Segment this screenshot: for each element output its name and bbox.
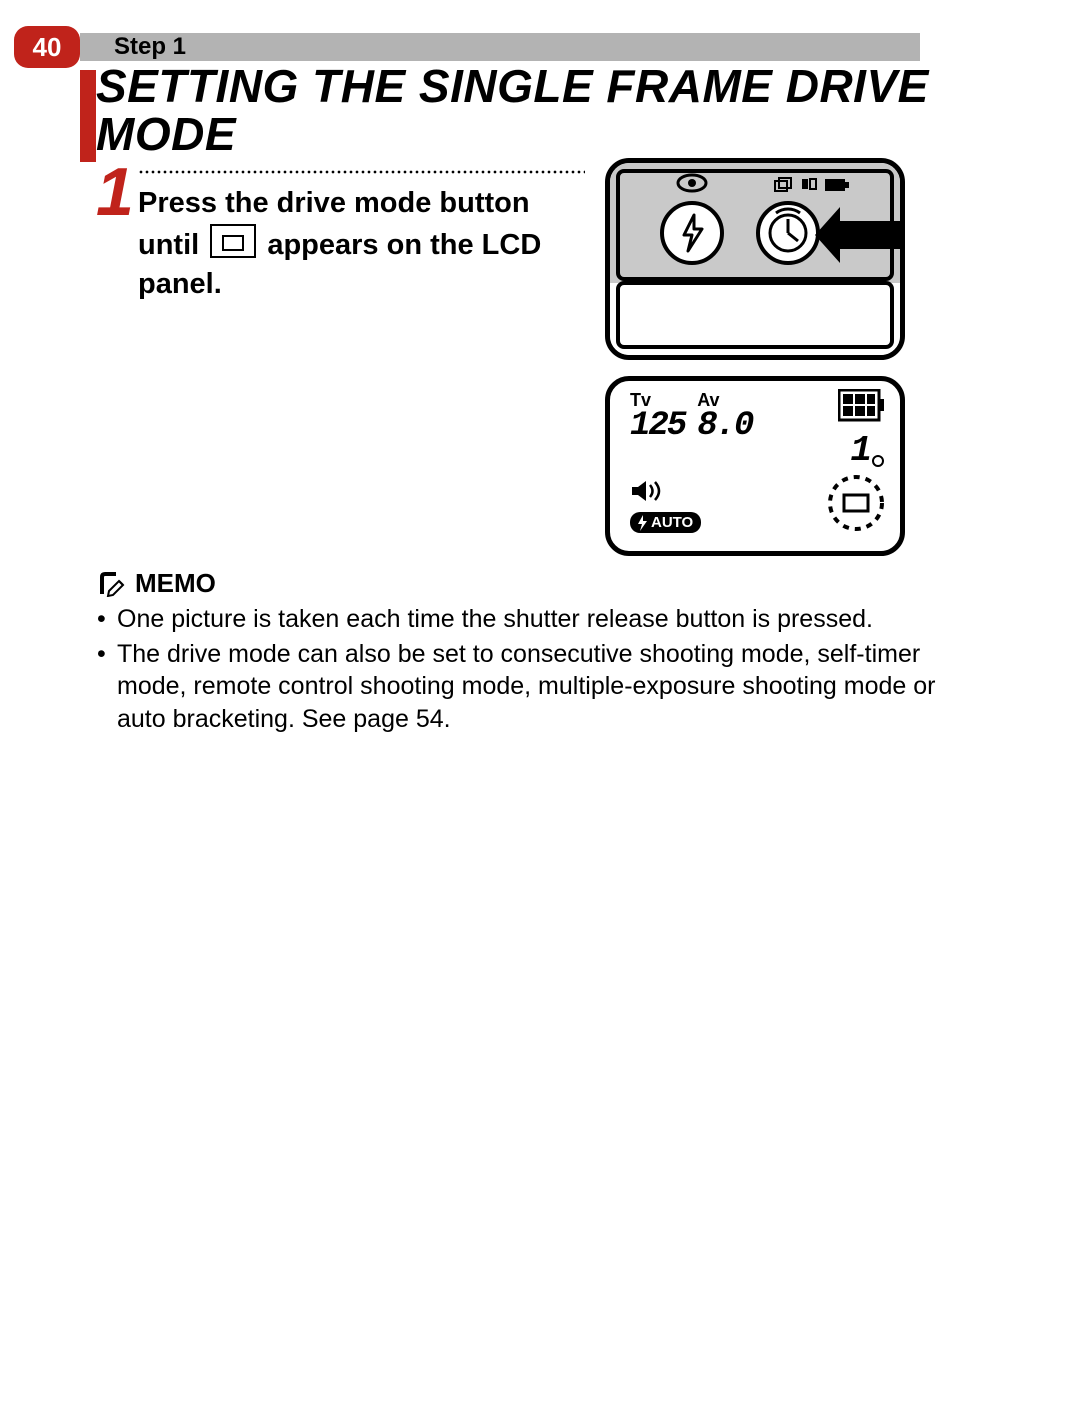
lcd-av-value: 8.0 (697, 409, 752, 443)
manual-page: 40 Step 1 SETTING THE SINGLE FRAME DRIVE… (0, 0, 1080, 1427)
lcd-tv-value: 125 (630, 409, 685, 443)
flash-auto-badge: AUTO (630, 512, 701, 533)
step-label-bar: Step 1 (80, 33, 920, 61)
memo-heading-row: MEMO (97, 568, 980, 599)
lcd-bottom-row: AUTO (630, 481, 884, 536)
memo-heading-text: MEMO (135, 568, 216, 599)
step-number-large: 1 (96, 158, 134, 226)
page-number-badge: 40 (14, 26, 80, 68)
dotted-leader (138, 170, 585, 174)
lcd-tv-block: Tv 125 (630, 391, 685, 443)
single-frame-icon (210, 224, 256, 258)
memo-list: One picture is taken each time the shutt… (97, 603, 980, 735)
memo-item: The drive mode can also be set to consec… (117, 638, 980, 736)
page-number: 40 (33, 32, 62, 63)
battery-icon (838, 389, 884, 430)
lcd-frame-count: 1 (850, 433, 872, 469)
sound-icon (630, 481, 701, 506)
step-instruction: Press the drive mode button until appear… (138, 184, 568, 305)
memo-item: One picture is taken each time the shutt… (117, 603, 980, 636)
single-frame-highlight-circle (826, 473, 886, 533)
camera-top-svg (610, 163, 900, 355)
lcd-panel-illustration: Tv 125 Av 8.0 1 (605, 376, 905, 556)
memo-section: MEMO One picture is taken each time the … (97, 568, 980, 737)
pencil-note-icon (97, 571, 129, 597)
camera-top-illustration (605, 158, 905, 360)
lcd-av-block: Av 8.0 (697, 391, 752, 443)
flash-auto-label: AUTO (651, 514, 693, 531)
flash-bolt-icon (636, 515, 648, 531)
page-header: 40 Step 1 (14, 33, 920, 61)
lcd-top-row: Tv 125 Av 8.0 1 (630, 391, 884, 463)
page-title: SETTING THE SINGLE FRAME DRIVE MODE (96, 62, 1050, 159)
title-accent-bar (80, 70, 96, 162)
step-label: Step 1 (114, 33, 186, 61)
